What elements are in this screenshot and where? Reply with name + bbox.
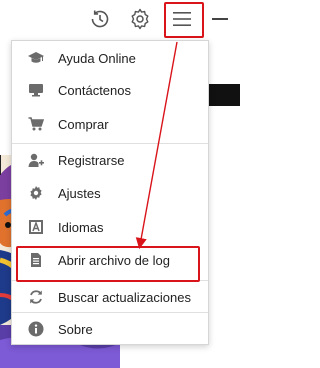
menu-item-label: Ajustes: [58, 185, 101, 201]
menu-item-label: Sobre: [58, 321, 93, 337]
refresh-icon: [28, 289, 44, 305]
menu-item-registrarse[interactable]: Registrarse: [12, 145, 208, 175]
minimize-icon[interactable]: [212, 18, 228, 20]
top-toolbar: [0, 0, 240, 40]
shopping-cart-icon: [28, 116, 44, 132]
menu-item-ajustes[interactable]: Ajustes: [12, 178, 208, 208]
menu-separator: [12, 143, 208, 144]
menu-separator: [12, 312, 208, 313]
user-add-icon: [28, 152, 44, 168]
menu-item-idiomas[interactable]: Idiomas: [12, 212, 208, 242]
menu-item-label: Buscar actualizaciones: [58, 289, 191, 305]
gear-icon: [131, 8, 149, 30]
menu-item-comprar[interactable]: Comprar: [12, 109, 208, 139]
menu-button-highlight-box: [164, 2, 204, 38]
menu-item-label: Comprar: [58, 116, 109, 132]
gear-icon: [28, 185, 44, 201]
menu-item-label: Registrarse: [58, 152, 125, 168]
info-icon: [28, 321, 44, 337]
log-item-highlight-box: [16, 246, 200, 282]
history-button[interactable]: [85, 4, 115, 34]
menu-item-label: Contáctenos: [58, 82, 131, 98]
language-icon: [28, 219, 44, 235]
menu-item-ayuda-online[interactable]: Ayuda Online: [12, 43, 208, 73]
main-dropdown-menu: Ayuda Online Contáctenos Comprar Registr…: [11, 40, 209, 345]
graduation-cap-icon: [28, 50, 44, 66]
menu-item-buscar-actualizaciones[interactable]: Buscar actualizaciones: [12, 282, 208, 312]
menu-item-contactenos[interactable]: Contáctenos: [12, 75, 208, 105]
monitor-icon: [28, 82, 44, 98]
settings-button[interactable]: [125, 4, 155, 34]
history-clock-icon: [91, 10, 109, 28]
menu-item-label: Idiomas: [58, 219, 104, 235]
menu-item-sobre[interactable]: Sobre: [12, 314, 208, 344]
menu-item-label: Ayuda Online: [58, 50, 136, 66]
